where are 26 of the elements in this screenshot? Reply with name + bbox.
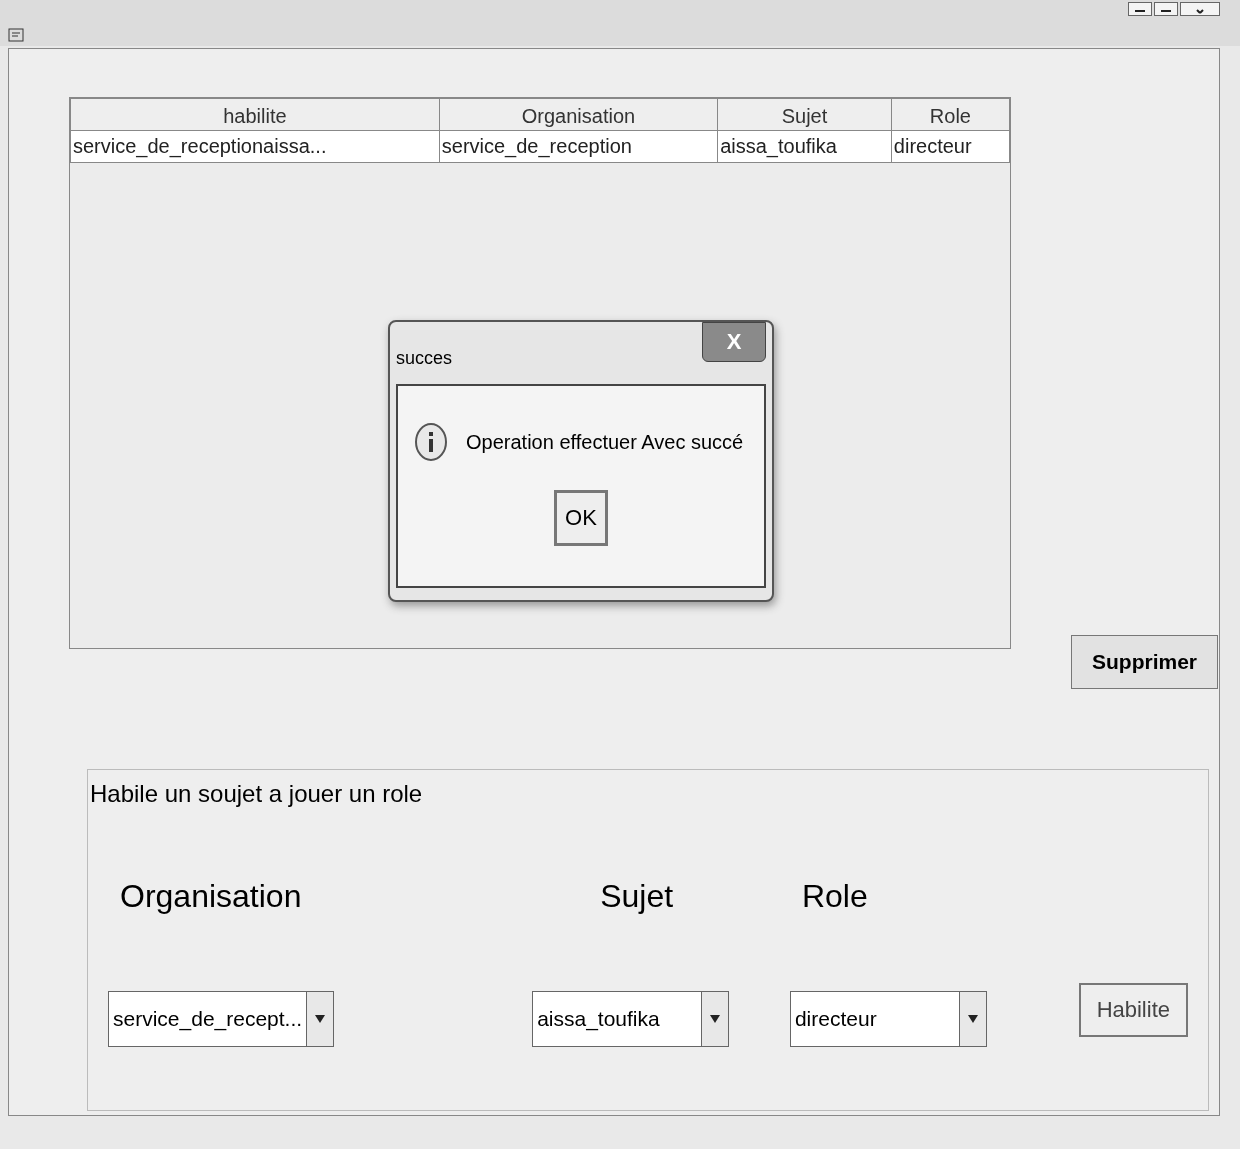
dropdown-arrow-icon bbox=[709, 1014, 722, 1024]
dropdown-arrow-icon bbox=[966, 1014, 979, 1024]
dropdown[interactable]: service_de_recept... bbox=[108, 991, 335, 1047]
column-header[interactable]: Organisation bbox=[439, 98, 718, 131]
field-label: Sujet bbox=[599, 878, 674, 915]
field-label: Role bbox=[800, 878, 868, 915]
minimize-icon[interactable] bbox=[1128, 2, 1152, 16]
dropdown[interactable]: directeur bbox=[789, 991, 987, 1047]
column-header[interactable]: Role bbox=[891, 98, 1010, 131]
dropdown[interactable]: aissa_toufika bbox=[532, 991, 730, 1047]
app-icon bbox=[8, 28, 24, 42]
dialog-message: Operation effectuer Avec succé bbox=[466, 430, 744, 454]
table-cell: service_de_receptionaissa... bbox=[70, 130, 440, 163]
column-header[interactable]: habilite bbox=[70, 98, 440, 131]
dropdown-arrow-icon bbox=[314, 1014, 327, 1024]
dialog-title: succes bbox=[396, 348, 453, 369]
habilite-button[interactable]: Habilite bbox=[1078, 983, 1188, 1037]
info-icon bbox=[414, 422, 448, 462]
ok-button[interactable]: OK bbox=[554, 490, 608, 546]
column-header[interactable]: Sujet bbox=[717, 98, 892, 131]
table-cell: directeur bbox=[891, 130, 1010, 163]
field-label: Organisation bbox=[119, 878, 302, 915]
table-cell: aissa_toufika bbox=[717, 130, 892, 163]
delete-button[interactable]: Supprimer bbox=[1071, 635, 1219, 689]
group-title: Habile un soujet a jouer un role bbox=[90, 780, 423, 808]
table-cell: service_de_reception bbox=[439, 130, 718, 163]
